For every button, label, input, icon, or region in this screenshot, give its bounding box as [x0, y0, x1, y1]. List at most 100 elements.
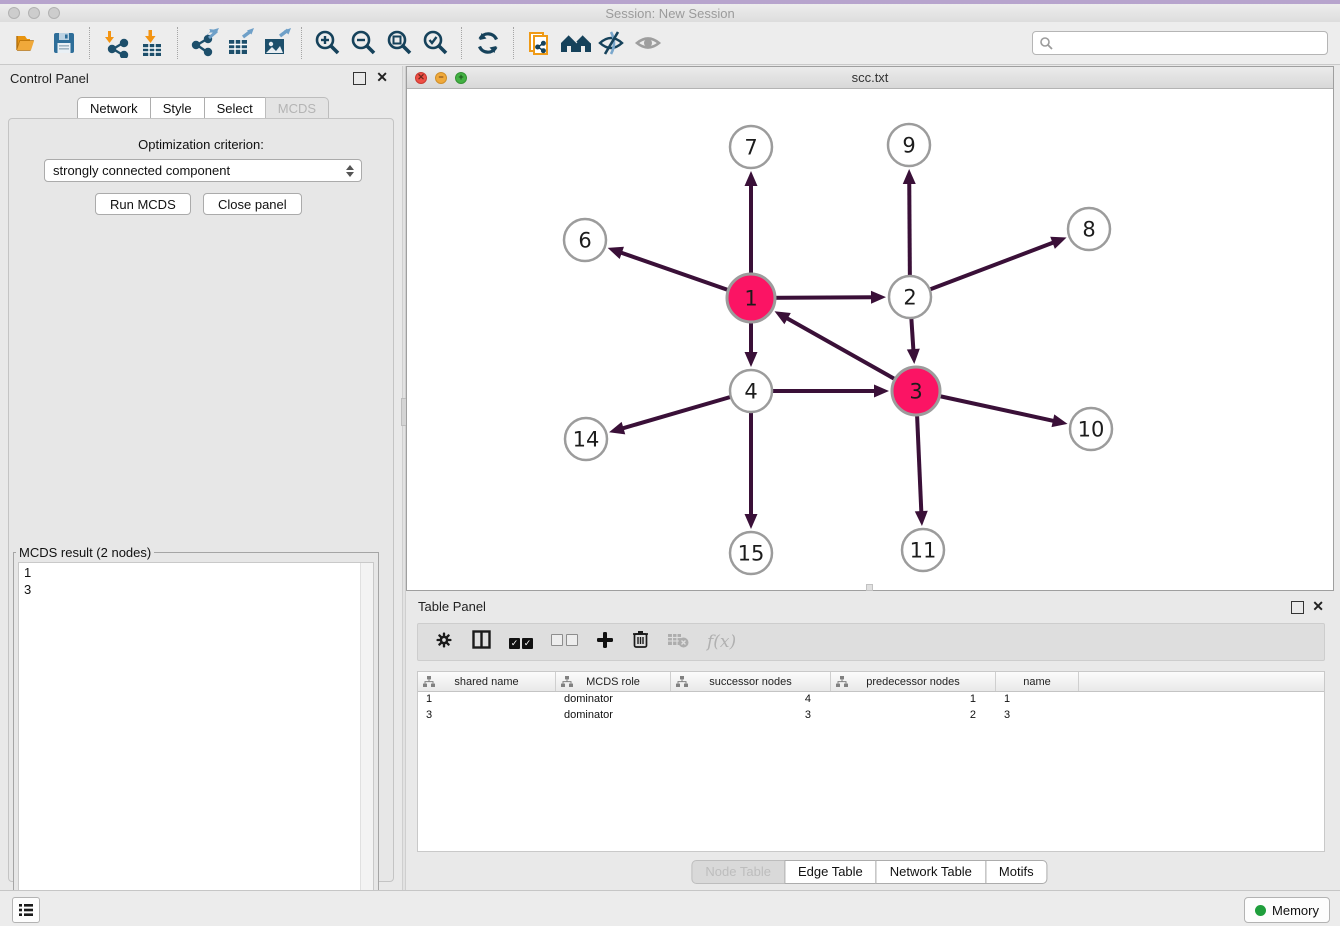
column-header-mcds-role[interactable]: MCDS role — [556, 672, 671, 691]
node-label-11: 11 — [910, 539, 937, 563]
mcds-panel: Optimization criterion: strongly connect… — [8, 118, 394, 882]
node-label-9: 9 — [902, 134, 915, 158]
table-row[interactable]: 3dominator323 — [418, 708, 1324, 724]
tab-select[interactable]: Select — [204, 97, 266, 120]
memory-button[interactable]: Memory — [1244, 897, 1330, 923]
hide-selected-icon[interactable] — [594, 25, 630, 61]
column-label: name — [1023, 676, 1051, 688]
open-session-icon[interactable] — [10, 25, 46, 61]
table-cell[interactable]: dominator — [556, 708, 671, 724]
toolbar-separator — [301, 27, 303, 59]
export-network-icon[interactable] — [186, 25, 222, 61]
table-row[interactable]: 1dominator411 — [418, 692, 1324, 708]
deselect-all-columns-icon[interactable] — [551, 633, 578, 651]
network-canvas[interactable]: 7968124314101511 — [407, 89, 1333, 590]
zoom-selected-icon[interactable] — [418, 25, 454, 61]
column-header-successor-nodes[interactable]: successor nodes — [671, 672, 831, 691]
toolbar-separator — [89, 27, 91, 59]
tab-motifs[interactable]: Motifs — [985, 860, 1048, 884]
clone-network-icon[interactable] — [522, 25, 558, 61]
mcds-result-area[interactable]: 1 3 — [18, 562, 374, 914]
column-settings-icon[interactable] — [434, 630, 454, 655]
node-label-3: 3 — [909, 380, 922, 404]
hierarchy-icon — [676, 676, 688, 687]
network-window-titlebar[interactable]: ✕ − + scc.txt — [407, 67, 1333, 89]
edge-arrowhead-2-3 — [907, 349, 920, 364]
node-label-1: 1 — [744, 287, 757, 311]
hierarchy-icon — [836, 676, 848, 687]
edge-arrowhead-2-8 — [1050, 237, 1066, 249]
tab-style[interactable]: Style — [150, 97, 205, 120]
zoom-out-icon[interactable] — [346, 25, 382, 61]
close-panel-icon[interactable]: ✕ — [376, 70, 388, 84]
export-image-icon[interactable] — [258, 25, 294, 61]
first-neighbors-icon[interactable] — [558, 25, 594, 61]
table-cell[interactable]: dominator — [556, 692, 671, 708]
network-resize-grip[interactable] — [866, 584, 873, 591]
memory-status-icon — [1255, 905, 1266, 916]
optimization-criterion-select[interactable]: strongly connected component — [44, 159, 362, 182]
toolbar-separator — [461, 27, 463, 59]
table-cell[interactable]: 3 — [671, 708, 831, 724]
run-mcds-button[interactable]: Run MCDS — [95, 193, 191, 215]
delete-column-icon[interactable] — [632, 630, 649, 654]
edge-2-8[interactable] — [910, 242, 1054, 297]
add-column-icon[interactable] — [596, 631, 614, 654]
node-label-6: 6 — [578, 229, 591, 253]
edge-arrowhead-4-15 — [745, 514, 758, 529]
apply-layout-icon[interactable] — [470, 25, 506, 61]
tab-mcds[interactable]: MCDS — [265, 97, 329, 120]
export-table-icon[interactable] — [222, 25, 258, 61]
import-table-from-file-icon[interactable] — [134, 25, 170, 61]
table-toolbar: ✓✓ f(x) — [417, 623, 1325, 661]
close-panel-button[interactable]: Close panel — [203, 193, 302, 215]
table-cell[interactable]: 1 — [418, 692, 556, 708]
main-toolbar — [0, 22, 1340, 65]
delete-table-icon[interactable] — [667, 632, 689, 653]
import-network-from-file-icon[interactable] — [98, 25, 134, 61]
tab-node-table[interactable]: Node Table — [691, 860, 785, 884]
show-all-icon[interactable] — [630, 25, 666, 61]
close-table-panel-icon[interactable]: ✕ — [1312, 599, 1324, 613]
result-scrollbar[interactable] — [360, 563, 373, 913]
function-builder-icon[interactable]: f(x) — [707, 632, 736, 652]
table-cell[interactable]: 1 — [996, 692, 1079, 708]
table-cell[interactable]: 3 — [996, 708, 1079, 724]
search-input[interactable] — [1053, 35, 1327, 51]
save-session-icon[interactable] — [46, 25, 82, 61]
zoom-in-icon[interactable] — [310, 25, 346, 61]
node-label-15: 15 — [738, 542, 765, 566]
zoom-fit-icon[interactable] — [382, 25, 418, 61]
table-cell[interactable]: 2 — [831, 708, 996, 724]
edge-arrowhead-1-6 — [608, 247, 624, 259]
app-titlebar[interactable]: Session: New Session — [0, 4, 1340, 23]
table-cell[interactable]: 4 — [671, 692, 831, 708]
column-label: successor nodes — [709, 676, 792, 688]
float-table-panel-icon[interactable] — [1291, 601, 1304, 614]
column-header-filler — [1079, 672, 1324, 691]
status-bar: Memory — [0, 890, 1340, 926]
tab-network-table[interactable]: Network Table — [876, 860, 986, 884]
node-label-7: 7 — [744, 136, 757, 160]
column-label: shared name — [454, 676, 518, 688]
split-view-icon[interactable] — [472, 630, 491, 654]
search-icon — [1039, 36, 1053, 50]
table-cell[interactable]: 3 — [418, 708, 556, 724]
select-all-columns-icon[interactable]: ✓✓ — [509, 633, 533, 651]
search-box[interactable] — [1032, 31, 1328, 55]
tab-network[interactable]: Network — [77, 97, 151, 120]
tab-edge-table[interactable]: Edge Table — [784, 860, 877, 884]
float-panel-icon[interactable] — [353, 72, 366, 85]
task-history-button[interactable] — [12, 897, 40, 923]
edge-arrowhead-3-10 — [1052, 414, 1068, 427]
control-panel-tabs: NetworkStyleSelectMCDS — [78, 97, 329, 120]
column-label: MCDS role — [586, 676, 640, 688]
table-panel-title: Table Panel — [418, 599, 486, 614]
column-header-shared-name[interactable]: shared name — [418, 672, 556, 691]
column-header-name[interactable]: name — [996, 672, 1079, 691]
column-header-predecessor-nodes[interactable]: predecessor nodes — [831, 672, 996, 691]
edge-arrowhead-4-3 — [874, 385, 889, 398]
table-cell[interactable]: 1 — [831, 692, 996, 708]
window-title: Session: New Session — [0, 6, 1340, 21]
table-tabs: Node TableEdge TableNetwork TableMotifs — [692, 860, 1047, 884]
